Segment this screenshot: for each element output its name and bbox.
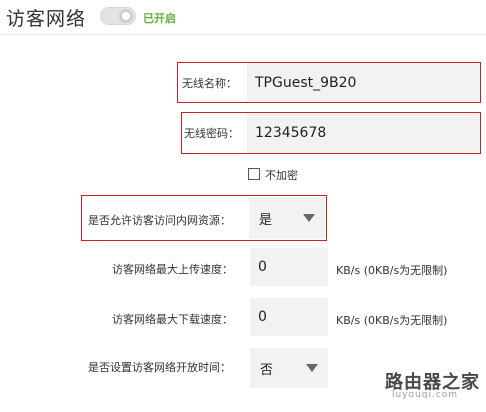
wireless-name-value: TPGuest_9B20 (255, 74, 357, 91)
open-time-select[interactable]: 否 (250, 348, 328, 388)
max-upload-label: 访客网络最大上传速度： (112, 263, 233, 276)
open-time-label: 是否设置访客网络开放时间： (88, 361, 231, 374)
wireless-name-input[interactable]: TPGuest_9B20 (247, 63, 480, 102)
toggle-knob (119, 9, 133, 23)
wireless-name-label: 无线名称： (182, 77, 237, 90)
open-time-selected: 否 (260, 362, 274, 378)
watermark-url: luyouqi.com (392, 390, 459, 400)
max-download-input[interactable]: 0 (250, 298, 328, 336)
chevron-down-icon (303, 214, 315, 222)
no-encrypt-label: 不加密 (265, 169, 298, 182)
max-upload-value: 0 (258, 259, 267, 275)
max-upload-unit: KB/s (0KB/s为无限制) (336, 264, 448, 277)
wireless-password-value: 12345678 (255, 125, 327, 141)
page-title: 访客网络 (6, 8, 87, 30)
lan-access-selected: 是 (259, 212, 273, 228)
max-download-value: 0 (258, 309, 267, 325)
lan-access-select[interactable]: 是 (249, 197, 325, 239)
guest-network-toggle[interactable] (100, 7, 136, 25)
max-download-label: 访客网络最大下载速度： (112, 313, 233, 326)
wireless-password-label: 无线密码： (184, 127, 239, 140)
max-upload-input[interactable]: 0 (250, 248, 328, 286)
chevron-down-icon (306, 364, 318, 372)
title-divider (0, 34, 486, 35)
lan-access-label: 是否允许访客访问内网资源： (88, 214, 231, 227)
max-download-unit: KB/s (0KB/s为无限制) (336, 314, 448, 327)
wireless-password-input[interactable]: 12345678 (247, 113, 480, 153)
no-encrypt-checkbox[interactable] (248, 168, 260, 180)
toggle-status-text: 已开启 (143, 12, 176, 25)
